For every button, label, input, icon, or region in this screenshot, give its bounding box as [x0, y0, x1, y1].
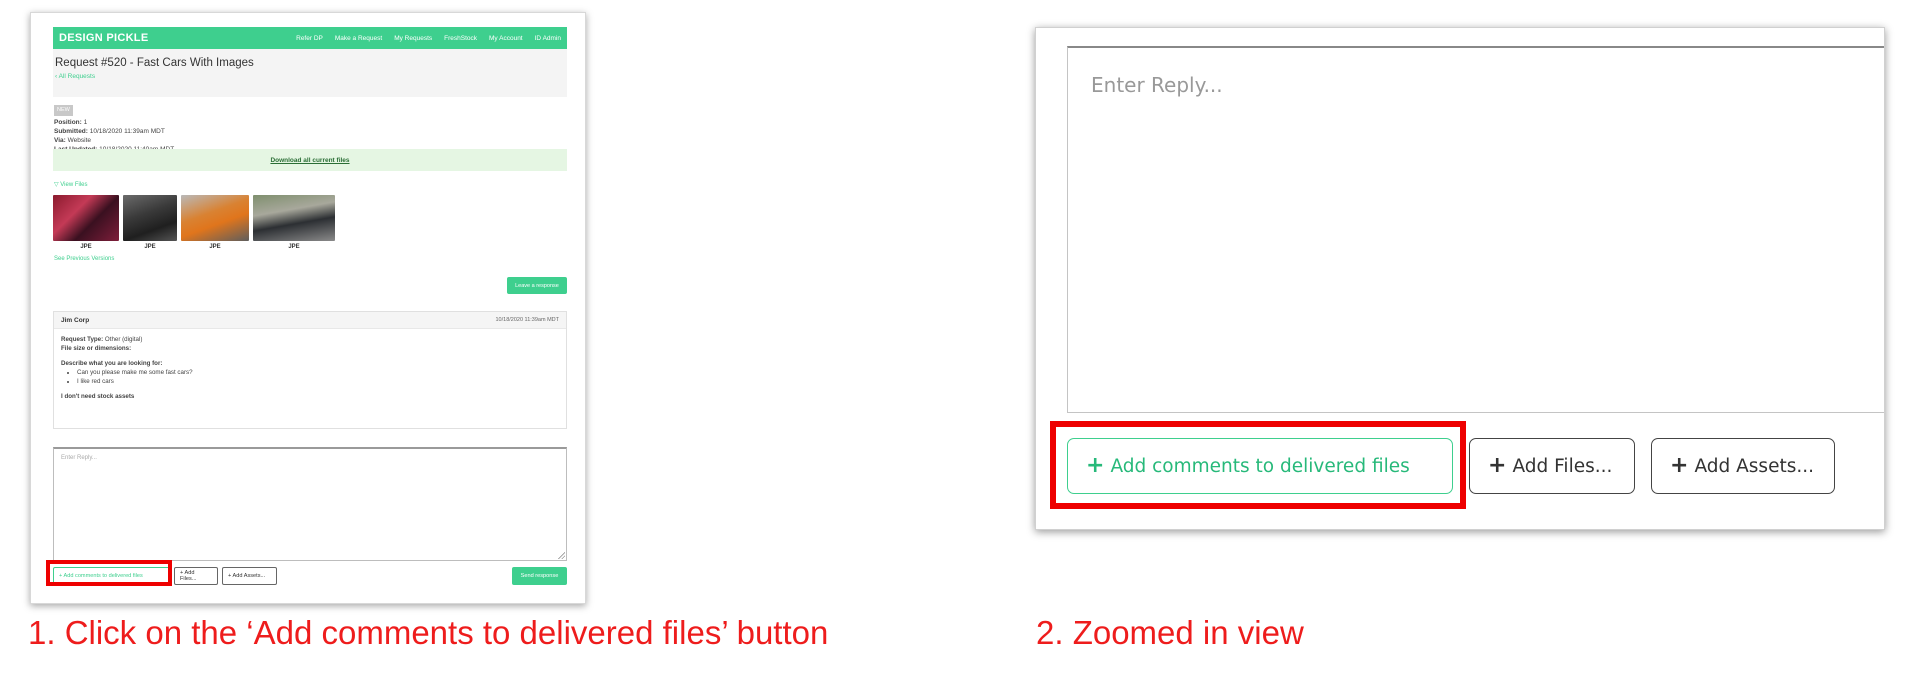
message-timestamp: 10/18/2020 11:39am MDT — [495, 317, 560, 323]
orange-sports-car-image — [181, 195, 249, 241]
full-screenshot-panel: DESIGN PICKLE Refer DP Make a Request My… — [30, 12, 586, 604]
add-assets-button[interactable]: + Add Assets... — [222, 567, 277, 585]
add-files-label: Add Files... — [1512, 455, 1613, 477]
via-value: Website — [67, 137, 91, 144]
send-response-button[interactable]: Send response — [512, 567, 567, 585]
thumbnail-type: JPE — [144, 244, 156, 250]
via-label: Via: — [54, 137, 66, 144]
position-label: Position: — [54, 119, 82, 126]
download-all-link[interactable]: Download all current files — [270, 157, 349, 164]
nav-item-refer[interactable]: Refer DP — [296, 35, 323, 42]
thumbnail-item[interactable]: JPE — [53, 195, 119, 250]
request-type-value: Other (digital) — [104, 336, 143, 343]
nav-menu: Refer DP Make a Request My Requests Fres… — [296, 35, 561, 42]
list-item: I like red cars — [77, 377, 559, 386]
nav-item-my-account[interactable]: My Account — [489, 35, 523, 42]
download-bar: Download all current files — [53, 149, 567, 171]
page-title: Request #520 - Fast Cars With Images — [55, 57, 254, 69]
highlight-box-step2 — [1050, 421, 1466, 509]
brand-logo[interactable]: DESIGN PICKLE — [59, 32, 148, 44]
request-header: Request #520 - Fast Cars With Images ‹ A… — [53, 49, 567, 97]
plus-icon: + — [1670, 453, 1689, 478]
message-header: Jim Corp 10/18/2020 11:39am MDT — [54, 312, 566, 329]
dark-sports-car-image — [123, 195, 177, 241]
nav-item-my-requests[interactable]: My Requests — [394, 35, 432, 42]
reply-placeholder: Enter Reply... — [61, 455, 97, 461]
black-sedan-image — [253, 195, 335, 241]
add-assets-button-zoomed[interactable]: + Add Assets... — [1651, 438, 1835, 494]
highlight-box-step1 — [46, 560, 172, 586]
thumbnail-item[interactable]: JPE — [123, 195, 177, 250]
caption-step2: 2. Zoomed in view — [1036, 614, 1304, 651]
add-assets-label: Add Assets... — [1694, 455, 1814, 477]
list-item: Can you please make me some fast cars? — [77, 368, 559, 377]
tutorial-canvas: DESIGN PICKLE Refer DP Make a Request My… — [0, 0, 1908, 696]
status-badge: NEW — [54, 105, 73, 116]
submitted-label: Submitted: — [54, 128, 88, 135]
message-card: Jim Corp 10/18/2020 11:39am MDT Request … — [53, 311, 567, 429]
nav-item-make-request[interactable]: Make a Request — [335, 35, 382, 42]
message-body: Request Type: Other (digital) File size … — [54, 329, 566, 407]
resize-handle-icon[interactable] — [557, 551, 565, 559]
top-navbar: DESIGN PICKLE Refer DP Make a Request My… — [53, 27, 567, 49]
red-car-image — [53, 195, 119, 241]
leave-response-button[interactable]: Leave a response — [507, 277, 567, 294]
reply-textarea-zoomed[interactable]: Enter Reply... — [1067, 46, 1884, 413]
thumbnail-type: JPE — [80, 244, 92, 250]
submitted-value: 10/18/2020 11:39am MDT — [89, 128, 165, 135]
nav-item-freshstock[interactable]: FreshStock — [444, 35, 477, 42]
request-meta: NEW Position: 1 Submitted: 10/18/2020 11… — [54, 105, 174, 154]
file-size-label: File size or dimensions: — [61, 345, 132, 352]
add-files-button-zoomed[interactable]: + Add Files... — [1469, 438, 1635, 494]
message-author: Jim Corp — [61, 316, 90, 324]
all-requests-link[interactable]: ‹ All Requests — [55, 73, 565, 80]
stock-note: I don't need stock assets — [61, 393, 135, 400]
file-thumbnails: JPE JPE JPE JPE — [53, 195, 335, 250]
thumbnail-item[interactable]: JPE — [181, 195, 249, 250]
thumbnail-type: JPE — [288, 244, 300, 250]
request-type-label: Request Type: — [61, 336, 104, 343]
nav-item-admin[interactable]: ID Admin — [535, 35, 561, 42]
plus-icon: + — [1488, 453, 1507, 478]
reply-textarea[interactable]: Enter Reply... — [53, 447, 567, 561]
reply-placeholder-zoomed: Enter Reply... — [1091, 73, 1223, 97]
description-list: Can you please make me some fast cars? I… — [77, 368, 559, 386]
thumbnail-item[interactable]: JPE — [253, 195, 335, 250]
caption-step1: 1. Click on the ‘Add comments to deliver… — [28, 614, 829, 651]
add-files-button[interactable]: + Add Files... — [174, 567, 218, 585]
previous-versions-link[interactable]: See Previous Versions — [54, 256, 114, 262]
describe-label: Describe what you are looking for: — [61, 360, 163, 367]
view-files-toggle[interactable]: ▽ View Files — [54, 181, 88, 188]
thumbnail-type: JPE — [209, 244, 221, 250]
position-value: 1 — [83, 119, 88, 126]
